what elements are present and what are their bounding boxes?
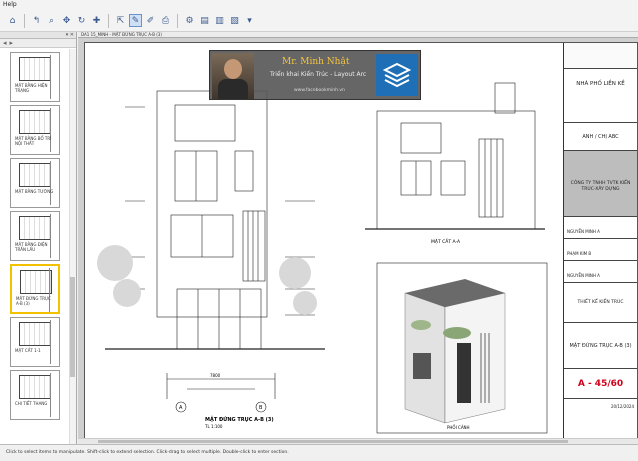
thumbnail-label: MẶT BẰNG BỐ TRÍ NỘI THẤT bbox=[15, 136, 52, 146]
dimension-total: 7800 bbox=[210, 373, 221, 378]
tb-client: NHÀ PHỐ LIỀN KỀ bbox=[564, 69, 637, 123]
presenter-photo bbox=[212, 53, 254, 99]
thumbnail-titleblock bbox=[50, 373, 58, 417]
title-block: NHÀ PHỐ LIỀN KỀ ANH / CHỊ ABC CÔNG TY TN… bbox=[563, 43, 637, 441]
toolbar-separator bbox=[177, 13, 178, 28]
panel-header: ▾ ✕ bbox=[0, 32, 76, 39]
thumbnail-label: MẶT BẰNG TƯỜNG bbox=[15, 189, 54, 194]
doc2-icon[interactable]: ▥ bbox=[213, 14, 226, 27]
thumbnail-titleblock bbox=[50, 161, 58, 205]
tb-designer-value: PHẠM KIM B bbox=[567, 251, 592, 256]
main-view-scale: TL 1:100 bbox=[204, 424, 223, 429]
tb-logo-area bbox=[564, 43, 637, 69]
tb-sheet-name-value: MẶT ĐỨNG TRỤC A-B (3) bbox=[569, 343, 632, 349]
settings-icon[interactable]: ⚙ bbox=[183, 14, 196, 27]
thumbnail-drawing bbox=[19, 216, 51, 240]
elevation-drawing: A B 7800 MẶT ĐỨNG TRỤC A-B (3) TL 1:100 … bbox=[97, 82, 548, 434]
tb-date: 20/12/2024 bbox=[564, 399, 637, 415]
perspective-title: PHỐI CẢNH bbox=[447, 425, 470, 430]
sheet-thumbnail[interactable]: CHI TIẾT THANG bbox=[10, 370, 60, 420]
sheet-thumbnail[interactable]: MẶT ĐỨNG TRỤC A-B (3) bbox=[10, 264, 60, 314]
thumbnail-label: MẶT BẰNG ĐIỆN TRẦN LẦU bbox=[15, 242, 48, 252]
section-view-title: MẶT CẮT A-A bbox=[431, 237, 461, 245]
project-browser: ▾ ✕ ◂ ▸ MẶT BẰNG HIỆN TRẠNG MẶT BẰNG BỐ T… bbox=[0, 32, 77, 444]
redo-icon[interactable]: ↻ bbox=[75, 14, 88, 27]
tb-director-value: NGUYỄN MINH A bbox=[567, 229, 600, 234]
sheet-thumbnail[interactable]: MẶT CẮT 1-1 bbox=[10, 317, 60, 367]
properties-icon[interactable]: ✐ bbox=[144, 14, 157, 27]
toolbar: ⌂ ↰ ⌕ ✥ ↻ ✚ ⇱ ✎ ✐ ⎙ ⚙ ▤ ▥ ▧ ▾ bbox=[0, 10, 638, 32]
add-icon[interactable]: ✚ bbox=[90, 14, 103, 27]
thumbnail-drawing bbox=[19, 322, 51, 346]
tb-category: THIẾT KẾ KIẾN TRÚC bbox=[564, 283, 637, 323]
presenter-overlay: Mr. Minh Nhật Triển khai Kiến Trúc - Lay… bbox=[209, 50, 421, 100]
presenter-subtitle: Triển khai Kiến Trúc - Layout Arc bbox=[270, 71, 367, 78]
drawing-sheet[interactable]: A B 7800 MẶT ĐỨNG TRỤC A-B (3) TL 1:100 … bbox=[84, 42, 638, 441]
tb-designer: PHẠM KIM B bbox=[564, 239, 637, 261]
view-tab[interactable]: DA1 15_MINH - MẶT ĐỨNG TRỤC A-B (3) bbox=[78, 32, 638, 38]
thumbnail-drawing bbox=[19, 57, 51, 81]
thumbnail-label: MẶT BẰNG HIỆN TRẠNG bbox=[15, 83, 48, 93]
menu-help[interactable]: Help bbox=[3, 1, 17, 8]
sheet-thumbnail[interactable]: MẶT BẰNG TƯỜNG bbox=[10, 158, 60, 208]
tb-sheet-name: MẶT ĐỨNG TRỤC A-B (3) bbox=[564, 323, 637, 369]
sheet-thumbnail[interactable]: MẶT BẰNG BỐ TRÍ NỘI THẤT bbox=[10, 105, 60, 155]
tb-company: CÔNG TY TNHH TVTK KIẾN TRÚC-XÂY DỰNG bbox=[564, 151, 637, 217]
tb-director: NGUYỄN MINH A bbox=[564, 217, 637, 239]
thumbnail-drawing bbox=[19, 110, 51, 134]
scroll-thumb[interactable] bbox=[70, 277, 75, 377]
thumbnail-label: MẶT CẮT 1-1 bbox=[15, 348, 41, 353]
thumbnail-drawing bbox=[19, 163, 51, 187]
tb-checker-value: NGUYỄN MINH A bbox=[567, 273, 600, 278]
tb-client-value: NHÀ PHỐ LIỀN KỀ bbox=[576, 81, 625, 87]
thumbnail-list: MẶT BẰNG HIỆN TRẠNG MẶT BẰNG BỐ TRÍ NỘI T… bbox=[4, 52, 66, 423]
expand-icon[interactable]: ▸ bbox=[10, 39, 14, 47]
menu-bar: Help bbox=[0, 0, 638, 10]
collapse-icon[interactable]: ◂ bbox=[3, 39, 7, 47]
print-icon[interactable]: ⎙ bbox=[159, 14, 172, 27]
panel-scrollbar[interactable] bbox=[69, 49, 76, 444]
tb-company-value: CÔNG TY TNHH TVTK KIẾN TRÚC-XÂY DỰNG bbox=[570, 181, 631, 192]
main-view-title: MẶT ĐỨNG TRỤC A-B (3) bbox=[205, 416, 274, 423]
presenter-name: Mr. Minh Nhật bbox=[282, 57, 350, 67]
thumbnail-drawing bbox=[20, 270, 52, 294]
scroll-thumb[interactable] bbox=[98, 440, 568, 443]
status-bar: Click to select items to manipulate. Shi… bbox=[0, 444, 638, 460]
thumbnail-label: MẶT ĐỨNG TRỤC A-B (3) bbox=[16, 296, 51, 306]
axis-a-label: A bbox=[179, 405, 183, 411]
presenter-website: www.facebookminh.vn bbox=[294, 88, 345, 93]
tb-date-value: 20/12/2024 bbox=[610, 404, 634, 409]
arrow-icon[interactable]: ▾ bbox=[243, 14, 256, 27]
axis-b-label: B bbox=[259, 405, 263, 411]
thumbnail-drawing bbox=[19, 375, 51, 399]
pan-icon[interactable]: ✥ bbox=[60, 14, 73, 27]
tb-owner-value: ANH / CHỊ ABC bbox=[582, 134, 619, 140]
select-icon[interactable]: ⇱ bbox=[114, 14, 127, 27]
tb-owner: ANH / CHỊ ABC bbox=[564, 123, 637, 151]
tb-category-value: THIẾT KẾ KIẾN TRÚC bbox=[577, 300, 624, 305]
doc-icon[interactable]: ▤ bbox=[198, 14, 211, 27]
thumbnail-label: CHI TIẾT THANG bbox=[15, 401, 48, 406]
toolbar-separator bbox=[108, 13, 109, 28]
zoom-icon[interactable]: ⌕ bbox=[45, 14, 58, 27]
panel-controls: ◂ ▸ bbox=[0, 39, 76, 48]
sheet-thumbnail[interactable]: MẶT BẰNG ĐIỆN TRẦN LẦU bbox=[10, 211, 60, 261]
nav-icon[interactable]: ⌂ bbox=[6, 14, 19, 27]
layers-logo-icon bbox=[376, 54, 418, 96]
pencil-icon[interactable]: ✎ bbox=[129, 14, 142, 27]
thumbnail-titleblock bbox=[50, 320, 58, 364]
tb-sheet-no: A - 45/60 bbox=[564, 369, 637, 399]
tb-sheet-no-value: A - 45/60 bbox=[577, 379, 624, 389]
home-icon[interactable]: ↰ bbox=[30, 14, 43, 27]
filter-icon[interactable]: ▧ bbox=[228, 14, 241, 27]
tb-checker: NGUYỄN MINH A bbox=[564, 261, 637, 283]
sheet-thumbnail[interactable]: MẶT BẰNG HIỆN TRẠNG bbox=[10, 52, 60, 102]
toolbar-separator bbox=[24, 13, 25, 28]
